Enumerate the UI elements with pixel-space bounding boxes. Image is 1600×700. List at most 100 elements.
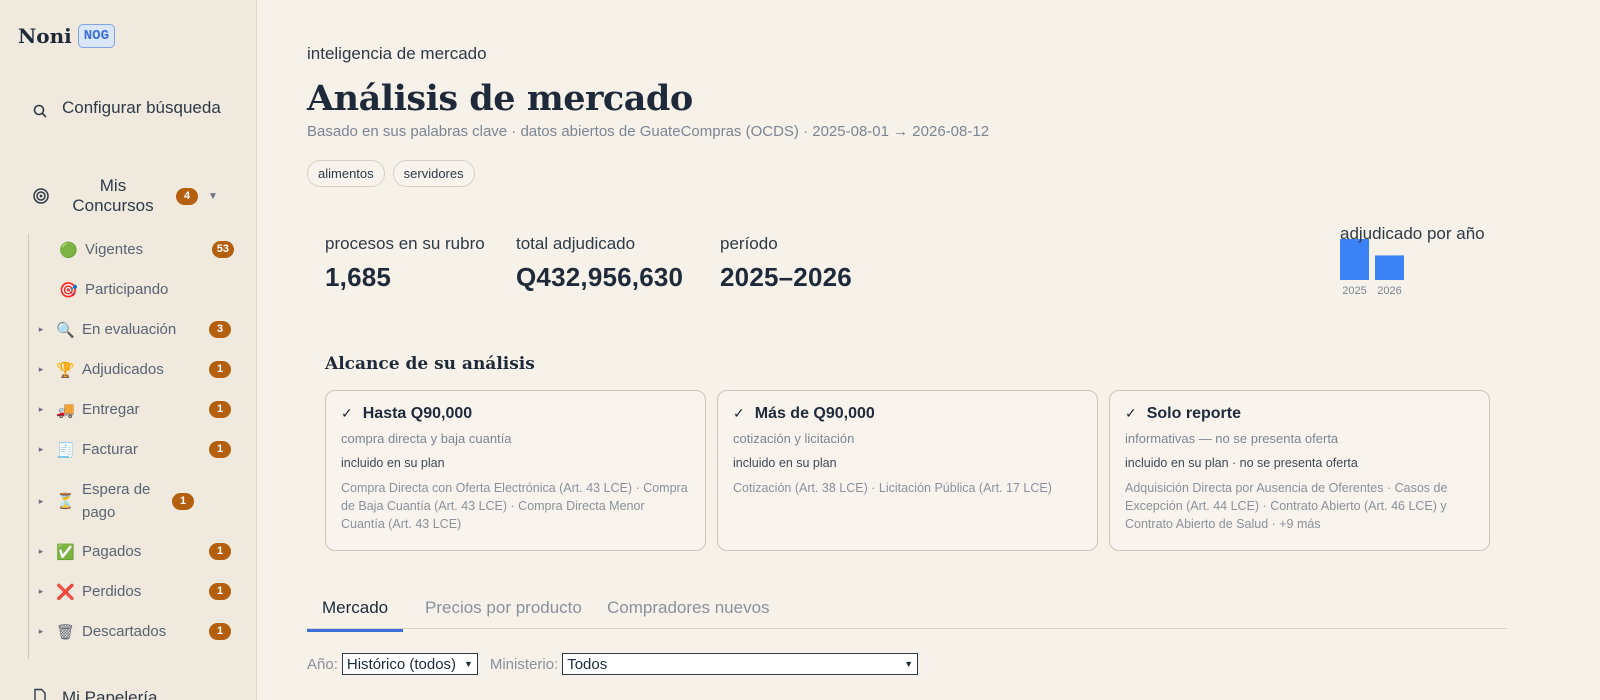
expand-arrow-icon[interactable]: ▸ xyxy=(26,444,56,455)
keyword-chip: alimentos xyxy=(307,160,385,187)
brand[interactable]: Noni NOG xyxy=(18,24,115,48)
scope-card-included: incluido en su plan xyxy=(341,456,445,470)
sidebar-item-en-evaluacion[interactable]: ▸ 🔍 En evaluación 3 xyxy=(26,318,231,341)
chevron-down-icon[interactable]: ▼ xyxy=(208,191,218,202)
sidebar-item-vigentes[interactable]: 🟢 Vigentes 53 xyxy=(29,238,234,261)
year-tick-label: 2025 xyxy=(1342,285,1366,297)
tab-bar: Mercado Precios por producto Compradores… xyxy=(307,590,1507,632)
expand-arrow-icon[interactable]: ▸ xyxy=(26,626,56,637)
brand-badge: NOG xyxy=(77,24,115,48)
sidebar-item-label: Entregar xyxy=(82,401,140,418)
stat-label: total adjudicado xyxy=(516,234,636,253)
scope-card-title: Hasta Q90,000 xyxy=(362,405,473,422)
count-badge: 1 xyxy=(209,623,231,640)
tab-compradores-nuevos[interactable]: Compradores nuevos xyxy=(592,598,785,628)
keyword-chip: servidores xyxy=(392,160,475,187)
stat-period: período 2025–2026 xyxy=(720,234,852,293)
scope-card-subtitle: compra directa y baja cuantía xyxy=(341,431,512,446)
sidebar-item-pagados[interactable]: ▸ ✅ Pagados 1 xyxy=(26,540,231,563)
expand-arrow-icon[interactable]: ▸ xyxy=(26,496,56,507)
tab-mercado[interactable]: Mercado xyxy=(307,598,404,632)
sidebar-item-label: Adjudicados xyxy=(82,361,164,378)
ministry-select[interactable]: Todos ▼ xyxy=(562,653,919,675)
expand-arrow-icon[interactable]: ▸ xyxy=(26,546,56,557)
chevron-down-icon: ▼ xyxy=(463,659,473,669)
count-badge: 1 xyxy=(209,583,231,600)
chevron-down-icon: ▼ xyxy=(904,659,914,669)
sidebar-item-label: Pagados xyxy=(82,543,142,560)
stat-processes: procesos en su rubro 1,685 xyxy=(325,234,485,293)
page-eyebrow: inteligencia de mercado xyxy=(307,44,487,63)
target-icon: 🎯 xyxy=(59,280,78,299)
sidebar-item-facturar[interactable]: ▸ 🧾 Facturar 1 xyxy=(26,438,231,461)
sidebar: Noni NOG Configurar búsqueda Mis Concurs… xyxy=(0,0,257,700)
search-icon xyxy=(33,104,47,118)
truck-icon: 🚚 xyxy=(56,400,75,419)
scope-card: ✓ Más de Q90,000 cotización y licitación … xyxy=(717,390,1098,551)
sidebar-item-label: Facturar xyxy=(82,441,138,458)
sidebar-item-espera-de-pago[interactable]: ▸ ⏳ Espera de pago 1 xyxy=(26,478,231,524)
hourglass-icon: ⏳ xyxy=(56,492,75,510)
stat-total-awarded: total adjudicado Q432,956,630 xyxy=(516,234,683,293)
page-title: Análisis de mercado xyxy=(307,78,693,119)
main-content: inteligencia de mercado Análisis de merc… xyxy=(257,0,1600,700)
sidebar-item-label: Perdidos xyxy=(82,583,142,600)
scope-card-detail: Compra Directa con Oferta Electrónica (A… xyxy=(341,481,688,531)
expand-arrow-icon[interactable]: ▸ xyxy=(26,364,56,375)
sidebar-item-papeleria[interactable]: Mi Papelería xyxy=(32,688,157,700)
sidebar-item-entregar[interactable]: ▸ 🚚 Entregar 1 xyxy=(26,398,231,421)
count-badge: 3 xyxy=(209,321,231,338)
magnifier-icon: 🔍 xyxy=(56,320,75,339)
scope-card-included: incluido en su plan xyxy=(733,456,837,470)
trash-icon: 🗑 xyxy=(56,622,76,641)
check-icon: ✓ xyxy=(341,405,353,421)
expand-arrow-icon[interactable]: ▸ xyxy=(26,586,56,597)
keyword-chips: alimentos servidores xyxy=(307,160,475,187)
count-badge: 1 xyxy=(209,401,231,418)
year-tick-label: 2026 xyxy=(1377,285,1401,297)
page-subtitle: Basado en sus palabras clave · datos abi… xyxy=(307,123,990,140)
check-icon: ✓ xyxy=(1125,405,1137,421)
scope-card-title: Más de Q90,000 xyxy=(754,405,875,422)
scope-card-included: incluido en su plan · no se presenta ofe… xyxy=(1125,456,1358,470)
scope-card-title: Solo reporte xyxy=(1146,405,1241,422)
check-mark-icon: ✅ xyxy=(56,542,75,561)
stat-value: 2025–2026 xyxy=(720,262,852,292)
scope-card-subtitle: cotización y licitación xyxy=(733,431,855,446)
scope-title: Alcance de su análisis xyxy=(325,354,535,374)
cross-icon: ❌ xyxy=(56,582,75,601)
receipt-icon: 🧾 xyxy=(56,440,75,459)
brand-name: Noni xyxy=(18,24,72,48)
stat-value: Q432,956,630 xyxy=(516,262,684,292)
scope-card-detail: Adquisición Directa por Ausencia de Ofer… xyxy=(1125,481,1448,531)
sidebar-item-participando[interactable]: 🎯 Participando xyxy=(29,278,234,301)
sidebar-item-label: Configurar búsqueda xyxy=(62,98,221,117)
stat-label: procesos en su rubro xyxy=(325,234,485,253)
scope-card-detail: Cotización (Art. 38 LCE) · Licitación Pú… xyxy=(733,481,1052,495)
tab-precios-por-producto[interactable]: Precios por producto xyxy=(410,598,597,628)
sidebar-item-label: Mi Papelería xyxy=(62,688,158,700)
sidebar-item-descartados[interactable]: ▸ 🗑 Descartados 1 xyxy=(26,620,231,643)
expand-arrow-icon[interactable]: ▸ xyxy=(26,404,56,415)
sidebar-item-adjudicados[interactable]: ▸ 🏆 Adjudicados 1 xyxy=(26,358,231,381)
sidebar-item-perdidos[interactable]: ▸ ❌ Perdidos 1 xyxy=(26,580,231,603)
stat-value: 1,685 xyxy=(325,262,392,292)
scope-card-subtitle: informativas — no se presenta oferta xyxy=(1125,431,1339,446)
sidebar-item-mis-concursos[interactable]: Mis Concursos 4 ▼ xyxy=(32,176,232,216)
year-bar-2026 xyxy=(1375,255,1404,280)
sidebar-item-label: Participando xyxy=(85,281,169,298)
sidebar-item-configure-search[interactable]: Configurar búsqueda xyxy=(32,95,232,120)
count-badge: 1 xyxy=(209,361,231,378)
awarded-by-year-chart: 2025 2026 adjudicado por año xyxy=(1340,220,1540,300)
count-badge: 1 xyxy=(209,543,231,560)
filter-bar: Año: Histórico (todos) ▼ Ministerio: Tod… xyxy=(307,653,919,675)
year-bar-2025 xyxy=(1340,239,1369,280)
year-select[interactable]: Histórico (todos) ▼ xyxy=(341,653,478,675)
expand-arrow-icon[interactable]: ▸ xyxy=(26,324,56,335)
trophy-icon: 🏆 xyxy=(56,360,75,379)
count-badge: 1 xyxy=(172,492,194,510)
sidebar-subnav: 🟢 Vigentes 53 🎯 Participando ▸ 🔍 En eval… xyxy=(26,234,234,659)
check-icon: ✓ xyxy=(733,405,745,421)
year-filter-label: Año: xyxy=(307,655,338,673)
target-icon xyxy=(33,188,49,204)
